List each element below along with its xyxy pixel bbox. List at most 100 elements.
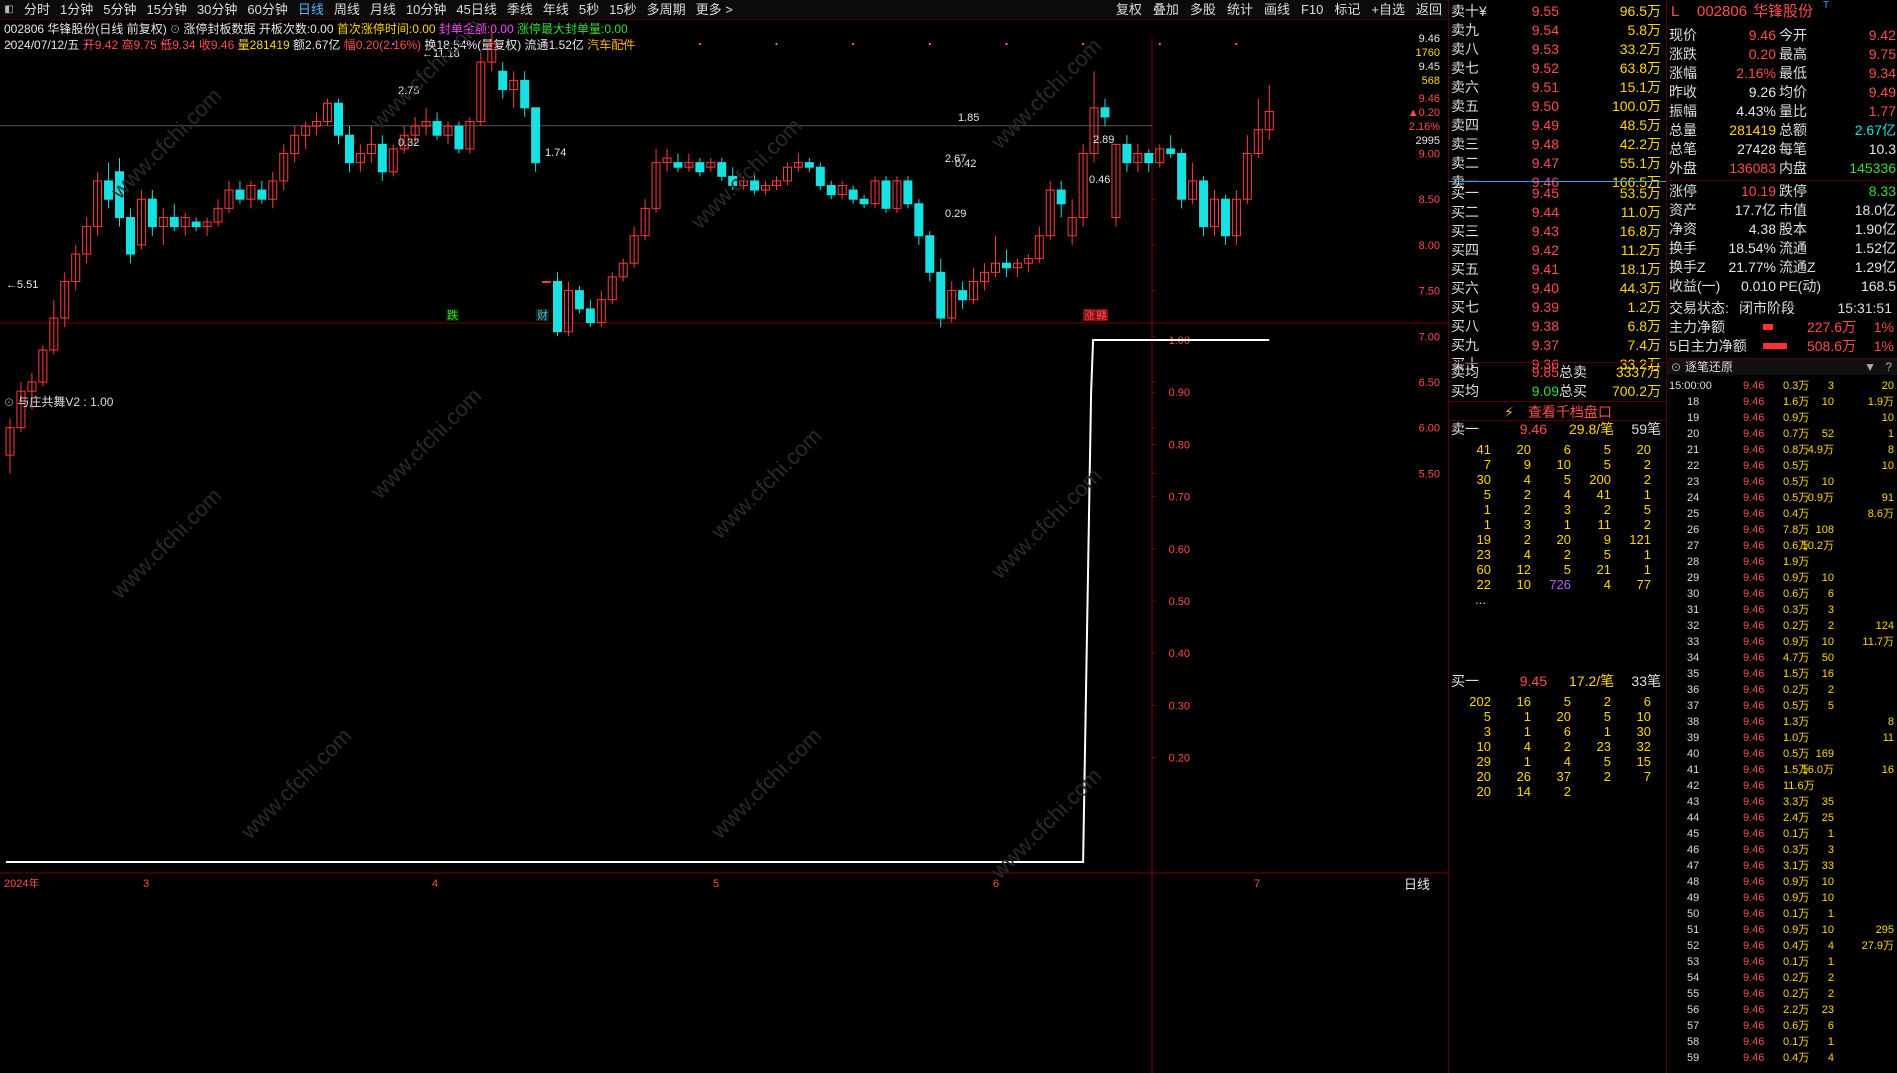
candle[interactable] [224,180,234,213]
candle[interactable] [903,176,913,209]
candle[interactable] [574,286,584,314]
bid-row[interactable]: 买一 9.45 53.5万 [1449,184,1667,203]
ask-row[interactable]: 卖二 9.47 55.1万 [1449,154,1667,173]
candle[interactable] [246,180,256,209]
candle[interactable] [213,199,223,227]
candle[interactable] [136,190,146,250]
candle[interactable] [344,126,354,172]
candle[interactable] [761,180,771,195]
candle[interactable] [892,176,902,213]
candle[interactable] [1210,190,1219,236]
candle[interactable] [1111,143,1121,227]
candle[interactable] [1220,194,1230,245]
period-tab-5[interactable]: 60分钟 [247,0,287,19]
ask-row[interactable]: 卖五 9.50 100.0万 [1449,97,1667,116]
event-marker-1[interactable]: 财 [537,308,548,322]
candle[interactable] [355,144,365,172]
period-tab-10[interactable]: 45日线 [456,0,496,19]
tool-button-6[interactable]: 标记 [1334,0,1360,19]
candle[interactable] [1177,148,1187,209]
candle[interactable] [640,199,650,241]
candle[interactable] [629,226,639,268]
candle[interactable] [1056,180,1066,218]
candle[interactable] [71,244,81,291]
bid-row[interactable]: 买二 9.44 11.0万 [1449,203,1667,222]
candle[interactable] [607,272,617,305]
candle[interactable] [618,258,628,282]
period-tab-1[interactable]: 1分钟 [60,0,93,19]
candle[interactable] [782,162,792,186]
candle[interactable] [684,153,694,172]
candle[interactable] [531,107,541,172]
candle[interactable] [1078,144,1088,227]
menu-icon[interactable]: ◧ [0,0,18,19]
candle[interactable] [585,299,595,328]
candle[interactable] [509,71,519,108]
period-tab-11[interactable]: 季线 [507,0,533,19]
candle[interactable] [388,144,398,177]
candle[interactable] [257,180,267,204]
candle[interactable] [793,153,803,172]
candle[interactable] [980,263,990,291]
sub-indicator-icon[interactable]: ⊙ [4,395,14,409]
candle[interactable] [125,208,135,264]
candle[interactable] [235,180,245,204]
candle[interactable] [334,98,343,145]
period-tab-3[interactable]: 15分钟 [146,0,186,19]
ask-row[interactable]: 卖八 9.53 33.2万 [1449,40,1667,59]
candle[interactable] [596,290,606,328]
candle[interactable] [421,107,431,136]
candle[interactable] [82,217,92,264]
candle[interactable] [1253,98,1263,159]
event-marker-2[interactable]: 涨 [1084,309,1095,322]
ask-row[interactable]: 卖四 9.49 48.5万 [1449,116,1667,135]
bid-row[interactable]: 买五 9.41 18.1万 [1449,260,1667,279]
candle[interactable] [662,148,672,172]
ask-row[interactable]: 卖九 9.54 5.8万 [1449,21,1667,40]
candle[interactable] [268,171,278,209]
depth-link[interactable]: ⚡ 查看千档盘口 [1449,401,1667,421]
candle[interactable] [158,208,168,245]
candle[interactable] [1155,144,1165,168]
candle[interactable] [1001,249,1011,277]
candle[interactable] [147,190,157,236]
candle[interactable] [837,180,847,200]
tool-button-1[interactable]: 叠加 [1153,0,1179,19]
candle[interactable] [443,121,453,145]
period-tab-13[interactable]: 5秒 [579,0,599,19]
candle[interactable] [1133,144,1143,172]
candle[interactable] [826,180,836,200]
tool-button-0[interactable]: 复权 [1116,0,1142,19]
candle[interactable] [1188,162,1198,204]
tool-button-3[interactable]: 统计 [1227,0,1253,19]
bid-row[interactable]: 买九 9.37 7.4万 [1449,336,1667,355]
ticks-filter-icon[interactable]: ▼ [1864,359,1876,376]
candle[interactable] [859,194,869,209]
tool-button-2[interactable]: 多股 [1190,0,1216,19]
candle[interactable] [5,418,15,474]
quote-name[interactable]: 华锋股份 [1753,0,1813,24]
candle[interactable] [991,235,1000,277]
candle[interactable] [848,185,858,204]
candle[interactable] [542,280,552,283]
candle[interactable] [881,176,891,213]
event-marker-0[interactable]: 跌 [447,308,458,322]
candle[interactable] [279,144,289,191]
bid-row[interactable]: 买八 9.38 6.8万 [1449,317,1667,336]
candle[interactable] [695,158,705,177]
candle[interactable] [191,217,201,232]
ask-row[interactable]: 卖六 9.51 15.1万 [1449,78,1667,97]
candle[interactable] [1166,135,1176,159]
candle[interactable] [290,126,300,163]
bid-row[interactable]: 买七 9.39 1.2万 [1449,298,1667,317]
candle[interactable] [1034,226,1044,264]
candle[interactable] [454,121,464,154]
candle[interactable] [1122,135,1132,172]
candle[interactable] [1100,98,1110,127]
candle[interactable] [180,212,190,236]
candle[interactable] [366,126,376,163]
candle[interactable] [804,158,814,172]
ticks-help-icon[interactable]: ? [1885,359,1892,376]
candle[interactable] [432,112,442,140]
candle[interactable] [476,52,486,127]
